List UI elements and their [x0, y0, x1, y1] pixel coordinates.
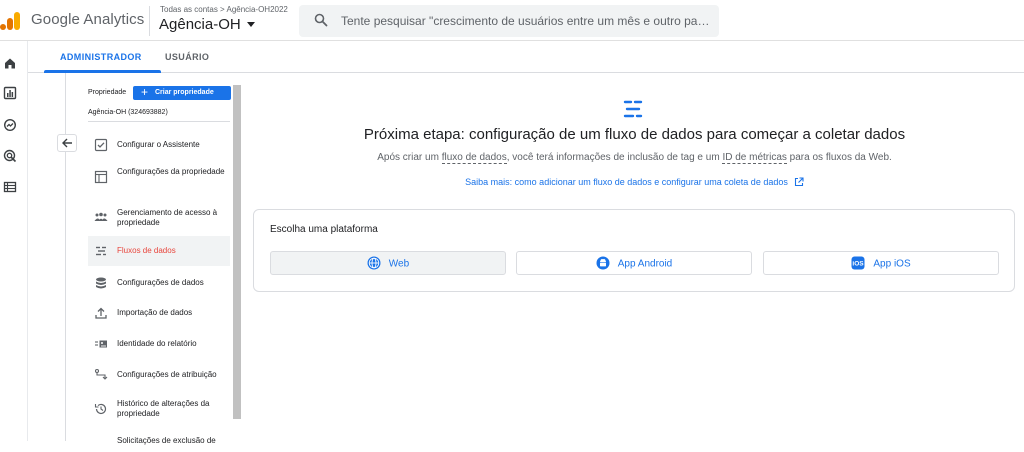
admin-tabs: ADMINISTRADOR USUÁRIO — [28, 41, 1024, 73]
page-title: Próxima etapa: configuração de um fluxo … — [363, 126, 906, 143]
data-streams-icon — [623, 100, 643, 118]
google-analytics-logo-icon[interactable] — [0, 12, 20, 30]
menu-item-change-history[interactable]: Histórico de alterações da propriedade — [88, 394, 230, 424]
property-divider — [88, 121, 230, 122]
plus-icon: + — [141, 85, 149, 99]
platform-card: Escolha uma plataforma Web App Android i… — [253, 209, 1015, 292]
create-property-label: Criar propriedade — [155, 89, 214, 96]
subtitle-text: Após criar um — [377, 152, 442, 163]
menu-item-label: Configurações de atribuição — [117, 370, 217, 379]
menu-item-data-settings[interactable]: Configurações de dados — [88, 272, 230, 296]
page-subtitle: Após criar um fluxo de dados, você terá … — [253, 152, 1016, 164]
menu-item-property-settings[interactable]: Configurações da propriedade — [88, 162, 230, 194]
menu-item-data-import[interactable]: Importação de dados — [88, 302, 230, 326]
term-data-stream[interactable]: fluxo de dados — [441, 152, 507, 164]
search-icon — [314, 13, 328, 27]
menu-item-label: Fluxos de dados — [117, 246, 176, 255]
platform-label: App iOS — [873, 258, 911, 270]
platform-label: App Android — [617, 258, 673, 270]
list-icon[interactable] — [3, 180, 17, 194]
property-selector[interactable]: Agência-OH (324693882) — [88, 109, 168, 116]
svg-text:iOS: iOS — [853, 261, 865, 268]
android-icon — [596, 256, 610, 270]
tab-usuario[interactable]: USUÁRIO — [165, 52, 209, 62]
menu-item-reporting-identity[interactable]: Identidade do relatório — [88, 333, 230, 357]
platform-ios-button[interactable]: iOS App iOS — [763, 251, 999, 275]
platform-card-title: Escolha uma plataforma — [270, 224, 378, 235]
arrow-left-icon — [62, 138, 72, 148]
database-icon — [96, 277, 106, 289]
column-divider — [65, 73, 66, 441]
search-input[interactable]: Tente pesquisar "crescimento de usuários… — [341, 14, 713, 28]
globe-icon — [367, 256, 381, 270]
top-bar: Google Analytics Todas as contas > Agênc… — [0, 0, 1024, 41]
menu-item-setup-assistant[interactable]: Configurar o Assistente — [88, 134, 230, 156]
explore-icon[interactable] — [3, 118, 17, 132]
left-nav-rail — [0, 41, 28, 441]
menu-item-attribution-settings[interactable]: Configurações de atribuição — [88, 364, 230, 388]
subtitle-text: para os fluxos da Web. — [786, 152, 892, 163]
learn-more-label: Saiba mais: como adicionar um fluxo de d… — [465, 177, 788, 187]
menu-item-label: Identidade do relatório — [117, 339, 197, 348]
ios-icon: iOS — [851, 256, 865, 270]
learn-more-link[interactable]: Saiba mais: como adicionar um fluxo de d… — [253, 177, 1016, 188]
people-icon — [94, 212, 108, 221]
chevron-down-icon — [246, 21, 255, 27]
attribution-icon — [94, 368, 108, 380]
menu-item-label: Gerenciamento de acesso à propriedade — [117, 208, 218, 227]
reports-icon[interactable] — [3, 86, 17, 100]
scrollbar-thumb[interactable] — [233, 85, 241, 419]
menu-item-label: Solicitações de exclusão de — [117, 436, 216, 445]
menu-item-deletion-requests[interactable]: Solicitações de exclusão de — [88, 432, 230, 452]
search-bar[interactable]: Tente pesquisar "crescimento de usuários… — [299, 5, 719, 37]
property-name: Agência-OH — [159, 16, 241, 33]
home-icon[interactable] — [3, 56, 17, 70]
checkbox-icon — [94, 138, 108, 152]
term-measurement-id[interactable]: ID de métricas — [722, 152, 787, 164]
menu-item-label: Configurações de dados — [117, 278, 204, 287]
active-tab-indicator — [44, 70, 161, 73]
app-name[interactable]: Google Analytics — [31, 11, 144, 28]
platform-web-button[interactable]: Web — [270, 251, 506, 275]
menu-item-label: Configurar o Assistente — [117, 140, 200, 149]
menu-item-access-management[interactable]: Gerenciamento de acesso à propriedade — [88, 204, 230, 232]
menu-item-data-streams[interactable]: Fluxos de dados — [88, 236, 230, 266]
menu-item-label: Histórico de alterações da propriedade — [117, 399, 210, 418]
tab-administrador[interactable]: ADMINISTRADOR — [60, 52, 142, 62]
report-identity-icon — [95, 340, 107, 348]
advertising-icon[interactable] — [3, 149, 17, 163]
platform-android-button[interactable]: App Android — [516, 251, 752, 275]
property-picker[interactable]: Agência-OH — [159, 16, 255, 33]
header-divider — [149, 6, 150, 36]
menu-item-label: Configurações da propriedade — [117, 167, 225, 176]
account-breadcrumb[interactable]: Todas as contas > Agência-OH2022 — [160, 5, 288, 14]
create-property-button[interactable]: + Criar propriedade — [133, 86, 231, 100]
history-icon — [94, 403, 107, 415]
window-icon — [94, 170, 108, 184]
property-section-label: Propriedade — [88, 89, 127, 96]
data-streams-icon — [96, 246, 106, 256]
platform-label: Web — [388, 258, 410, 270]
back-button[interactable] — [57, 134, 77, 152]
upload-icon — [95, 307, 107, 319]
external-link-icon — [794, 177, 804, 186]
subtitle-text: , você terá informações de inclusão de t… — [506, 152, 723, 163]
menu-item-label: Importação de dados — [117, 308, 193, 317]
